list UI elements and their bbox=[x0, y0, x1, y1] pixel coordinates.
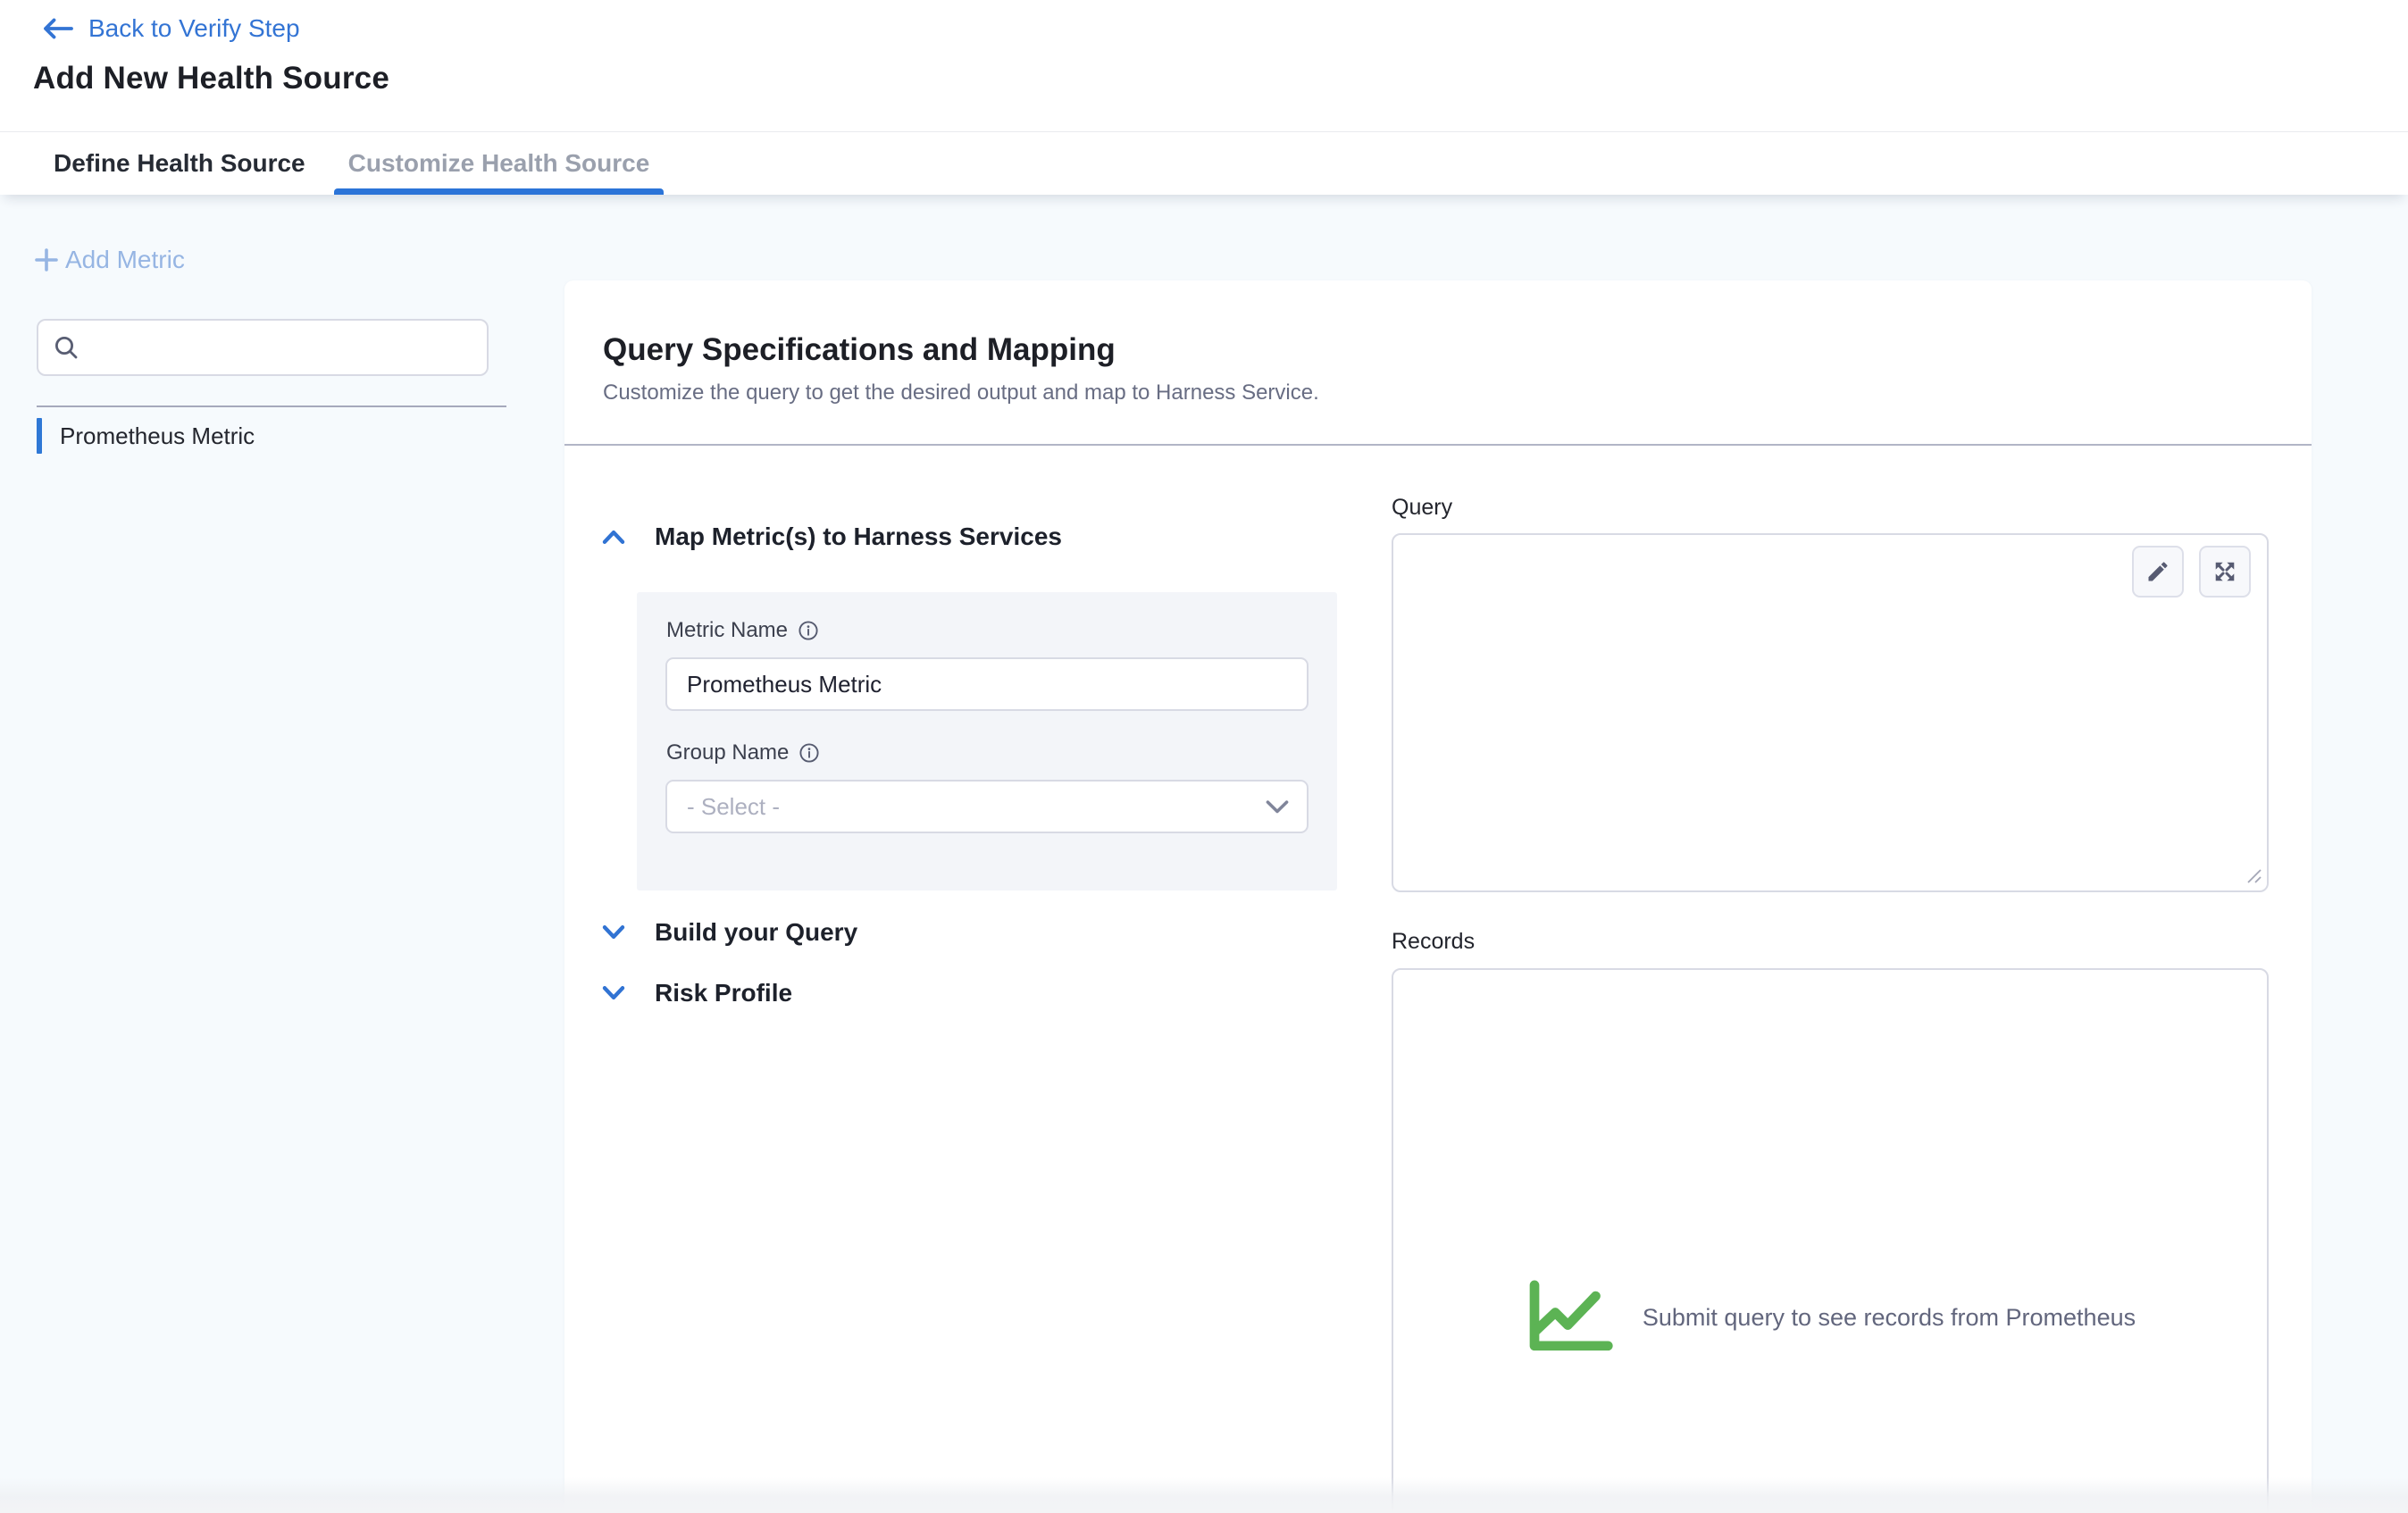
selected-indicator-bar bbox=[37, 418, 42, 454]
card-header-divider bbox=[564, 444, 2312, 446]
section-map-metrics[interactable]: Map Metric(s) to Harness Services bbox=[601, 523, 1062, 551]
group-name-select[interactable]: - Select - bbox=[665, 780, 1309, 833]
metric-name-input[interactable] bbox=[665, 657, 1309, 711]
chevron-down-icon bbox=[601, 924, 626, 940]
fullscreen-icon bbox=[2212, 559, 2237, 584]
resize-grip[interactable] bbox=[2242, 864, 2263, 885]
pencil-icon bbox=[2145, 559, 2170, 584]
records-empty-text: Submit query to see records from Prometh… bbox=[1643, 1304, 2136, 1332]
metric-search bbox=[37, 319, 489, 376]
query-specifications-card: Query Specifications and Mapping Customi… bbox=[564, 280, 2312, 1513]
card-title: Query Specifications and Mapping bbox=[603, 332, 1116, 368]
sidebar-item-prometheus-metric[interactable]: Prometheus Metric bbox=[37, 417, 501, 455]
content-area: Add Metric Prometheus Metric Query Speci… bbox=[0, 195, 2408, 1513]
bottom-fade-band bbox=[0, 1477, 2408, 1513]
expand-query-button[interactable] bbox=[2199, 546, 2251, 598]
page-title: Add New Health Source bbox=[33, 61, 389, 96]
tab-customize-health-source[interactable]: Customize Health Source bbox=[334, 132, 665, 195]
sidebar-divider bbox=[37, 405, 506, 407]
add-metric-button[interactable]: Add Metric bbox=[32, 246, 185, 274]
section-label: Build your Query bbox=[655, 919, 857, 947]
arrow-left-icon bbox=[40, 15, 74, 42]
tab-bar: Define Health Source Customize Health So… bbox=[0, 131, 2408, 195]
chevron-up-icon bbox=[601, 529, 626, 545]
info-icon[interactable] bbox=[798, 620, 819, 641]
info-icon[interactable] bbox=[798, 742, 820, 764]
line-chart-icon bbox=[1525, 1279, 1618, 1356]
card-subtitle: Customize the query to get the desired o… bbox=[603, 380, 1319, 405]
add-metric-label: Add Metric bbox=[65, 246, 185, 274]
metric-name-label: Metric Name bbox=[666, 618, 819, 643]
section-label: Risk Profile bbox=[655, 980, 792, 1007]
section-label: Map Metric(s) to Harness Services bbox=[655, 523, 1062, 551]
section-risk-profile[interactable]: Risk Profile bbox=[601, 980, 792, 1007]
tab-define-health-source[interactable]: Define Health Source bbox=[54, 132, 305, 195]
back-link[interactable]: Back to Verify Step bbox=[40, 15, 300, 43]
screen: Back to Verify Step Add New Health Sourc… bbox=[0, 0, 2408, 1513]
metric-mapping-panel: Metric Name Group Name bbox=[637, 592, 1337, 890]
query-label: Query bbox=[1392, 495, 1452, 521]
plus-icon bbox=[32, 246, 61, 274]
section-build-your-query[interactable]: Build your Query bbox=[601, 919, 857, 947]
records-label: Records bbox=[1392, 929, 1475, 955]
query-editor bbox=[1392, 533, 2269, 892]
group-name-label: Group Name bbox=[666, 740, 820, 765]
records-empty-state: Submit query to see records from Prometh… bbox=[1392, 968, 2269, 1513]
metric-item-label: Prometheus Metric bbox=[60, 422, 255, 450]
edit-query-button[interactable] bbox=[2132, 546, 2184, 598]
metrics-sidebar: Add Metric Prometheus Metric bbox=[0, 195, 564, 1513]
chevron-down-icon bbox=[601, 985, 626, 1001]
chevron-down-icon bbox=[1266, 800, 1289, 814]
search-input[interactable] bbox=[79, 321, 487, 374]
select-placeholder: - Select - bbox=[687, 793, 780, 821]
page-header: Back to Verify Step Add New Health Sourc… bbox=[0, 0, 2408, 131]
search-icon bbox=[53, 334, 79, 361]
back-link-label: Back to Verify Step bbox=[88, 15, 300, 43]
